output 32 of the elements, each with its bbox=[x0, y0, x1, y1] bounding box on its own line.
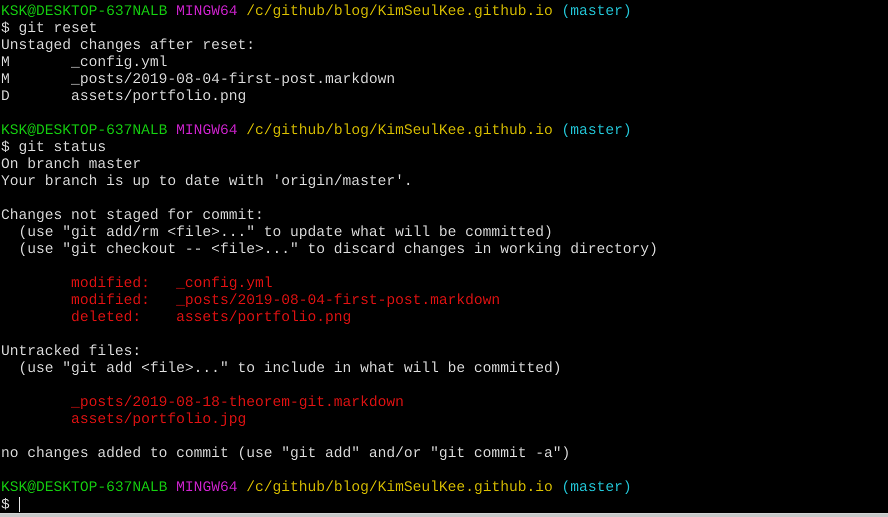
prompt-branch: (master) bbox=[562, 480, 632, 496]
prompt-branch: (master) bbox=[562, 123, 632, 139]
output-line: (use "git checkout -- <file>..." to discard changes in working directory) bbox=[18, 242, 658, 258]
status-line: _posts/2019-08-18-theorem-git.markdown bbox=[70, 395, 404, 411]
output-line: On branch master bbox=[1, 157, 142, 173]
prompt-branch: (master) bbox=[562, 4, 632, 20]
output-line: M _posts/2019-08-04-first-post.markdown bbox=[1, 72, 396, 88]
prompt-user: KSK@DESKTOP-637NALB bbox=[1, 480, 168, 496]
output-line: Unstaged changes after reset: bbox=[1, 38, 255, 54]
output-line: Untracked files: bbox=[1, 344, 142, 360]
prompt-symbol: $ bbox=[1, 497, 10, 514]
prompt-shell: MINGW64 bbox=[176, 123, 238, 139]
prompt-user: KSK@DESKTOP-637NALB bbox=[1, 123, 168, 139]
prompt-path: /c/github/blog/KimSeulKee.github.io bbox=[246, 480, 553, 496]
command-line: $ git status bbox=[1, 140, 106, 156]
status-line: modified: _config.yml bbox=[70, 276, 272, 292]
status-line: deleted: assets/portfolio.png bbox=[70, 310, 352, 326]
output-line: D assets/portfolio.png bbox=[1, 89, 246, 105]
output-line: no changes added to commit (use "git add" and/or "git commit -a") bbox=[1, 446, 570, 462]
output-line: Changes not staged for commit: bbox=[1, 208, 264, 224]
output-line: M _config.yml bbox=[1, 55, 168, 71]
prompt-path: /c/github/blog/KimSeulKee.github.io bbox=[246, 4, 553, 20]
output-line: (use "git add/rm <file>..." to update what will be committed) bbox=[18, 225, 553, 241]
output-line: Your branch is up to date with 'origin/master'. bbox=[1, 174, 413, 190]
status-line: modified: _posts/2019-08-04-first-post.markdown bbox=[70, 293, 500, 309]
output-line: (use "git add <file>..." to include in what will be committed) bbox=[18, 361, 562, 377]
command-line: $ git reset bbox=[1, 21, 98, 37]
status-line: assets/portfolio.jpg bbox=[70, 412, 246, 428]
prompt-shell: MINGW64 bbox=[176, 480, 238, 496]
prompt-user: KSK@DESKTOP-637NALB bbox=[1, 4, 168, 20]
prompt-path: /c/github/blog/KimSeulKee.github.io bbox=[246, 123, 553, 139]
prompt-shell: MINGW64 bbox=[176, 4, 238, 20]
